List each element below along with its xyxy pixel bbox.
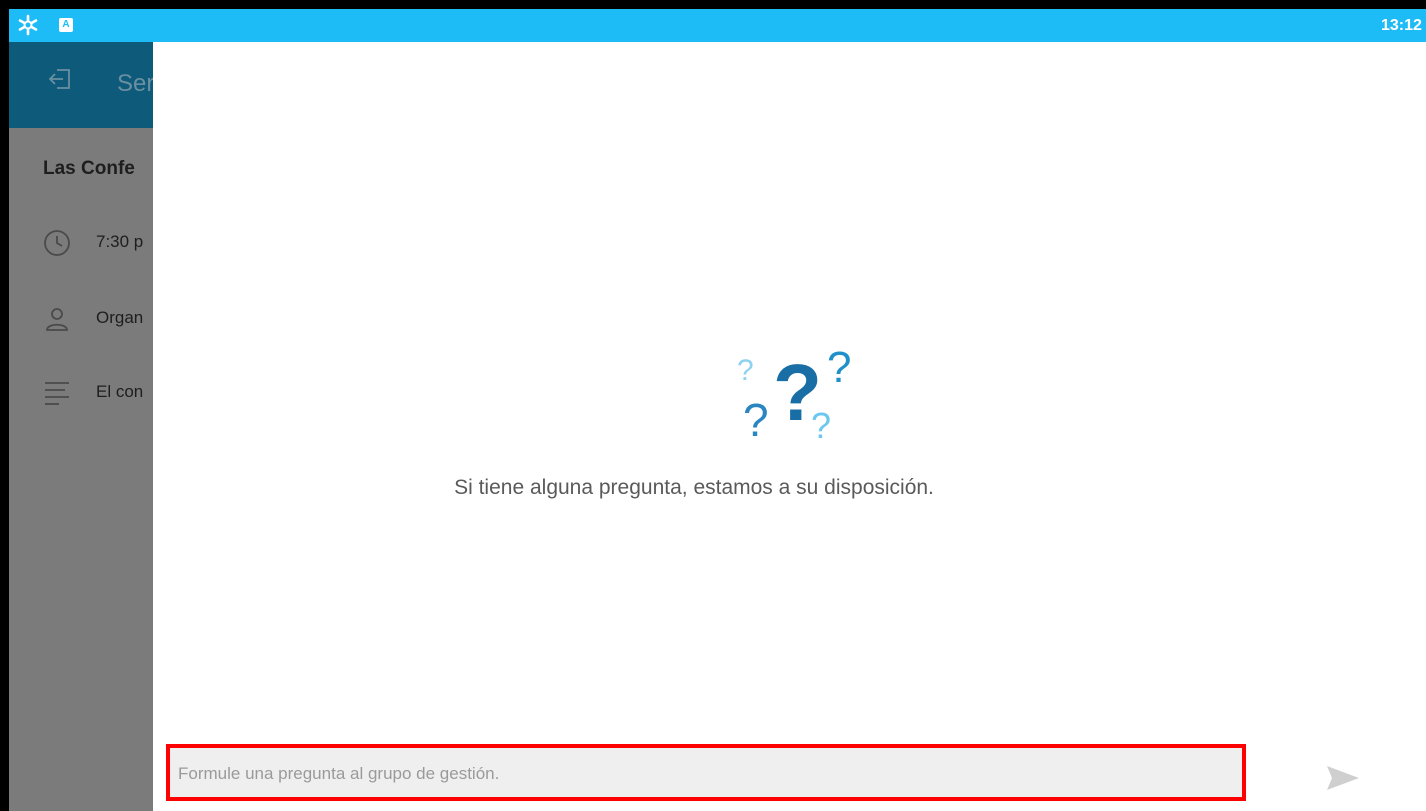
question-input-container[interactable] xyxy=(166,744,1246,801)
svg-text:?: ? xyxy=(737,354,754,387)
send-icon[interactable] xyxy=(1323,762,1363,794)
event-organizer-text: Organ xyxy=(96,308,144,327)
svg-text:?: ? xyxy=(811,405,831,442)
event-description-text: El con xyxy=(96,382,144,401)
status-bar: A 13:12 xyxy=(9,9,1426,42)
question-input[interactable] xyxy=(178,760,1228,788)
background-app-title: Ser xyxy=(117,70,153,97)
event-time-text: 7:30 p xyxy=(96,232,144,251)
question-marks-icon: ? ? ? ? ? xyxy=(737,343,851,442)
svg-text:?: ? xyxy=(743,394,769,442)
asterisk-icon xyxy=(17,14,39,41)
description-icon xyxy=(45,382,69,405)
clock-icon xyxy=(44,230,70,256)
status-time: 13:12 xyxy=(1381,17,1422,34)
background-app-bar: Ser xyxy=(9,42,153,128)
a-badge-icon: A xyxy=(59,18,73,32)
person-icon xyxy=(46,308,68,331)
event-title: Las Confe xyxy=(43,158,135,179)
svg-text:?: ? xyxy=(827,343,851,392)
empty-state-message: Si tiene alguna pregunta, estamos a su d… xyxy=(454,476,934,499)
questions-panel: ? ? ? ? ? Si tiene alguna pregunta, esta… xyxy=(153,42,1426,811)
exit-icon xyxy=(48,69,70,89)
background-event-pane: Ser Las Confe 7:30 p Organ El con xyxy=(9,42,153,811)
